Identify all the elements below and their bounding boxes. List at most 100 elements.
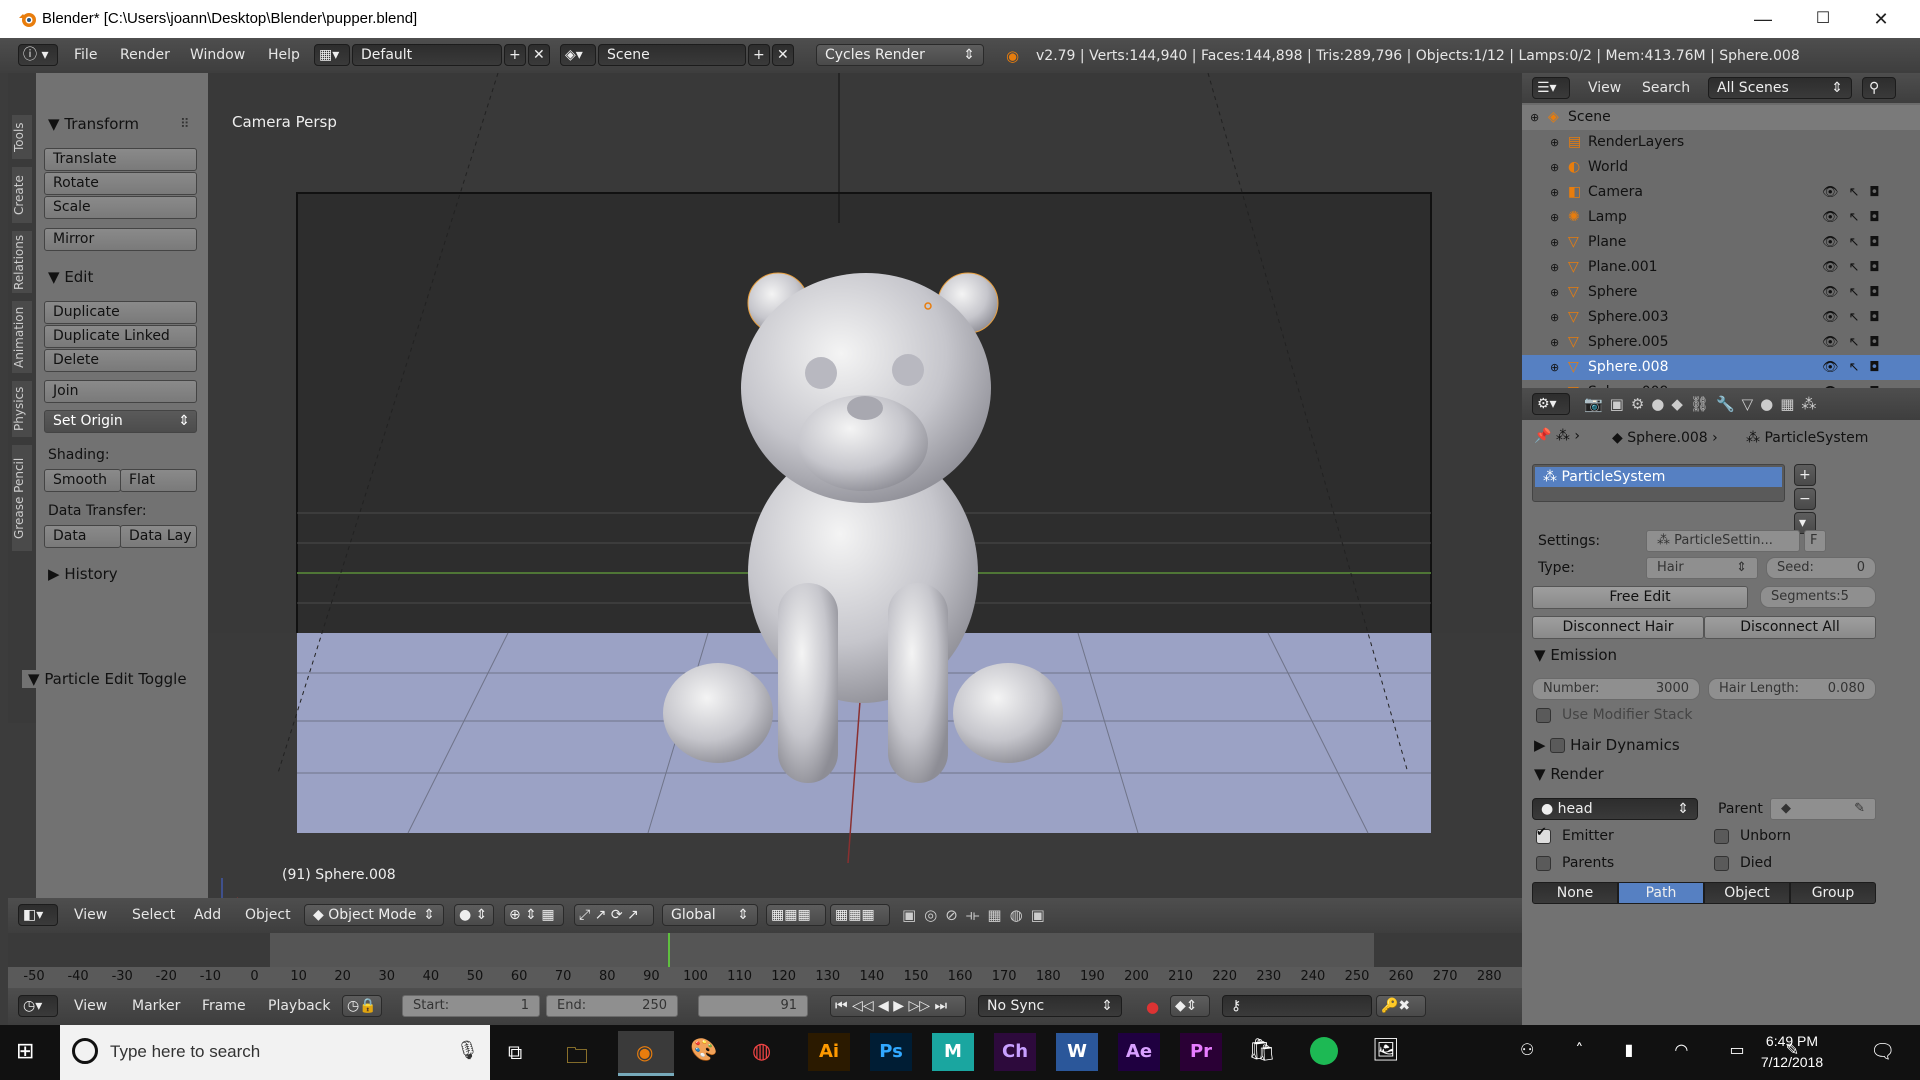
maya-icon[interactable]: M [932, 1033, 974, 1071]
timeline-menu-view[interactable]: View [74, 998, 107, 1014]
photos-icon[interactable]: 🖼 [1372, 1038, 1400, 1063]
number-field[interactable]: Number: 3000 [1532, 678, 1700, 700]
visibility-toggles[interactable]: 👁↖◘ [1822, 205, 1890, 230]
render-header[interactable]: ▼ Render [1534, 765, 1604, 783]
visibility-toggles[interactable]: 👁↖◘ [1822, 355, 1890, 380]
settings-field[interactable]: ⁂ ParticleSettin... [1646, 530, 1800, 552]
editor-type-info-icon[interactable]: ⓘ ▾ [18, 44, 58, 66]
current-frame-marker[interactable] [668, 933, 670, 967]
transform-header[interactable]: ▼ Transform [48, 115, 139, 133]
unborn-checkbox[interactable] [1714, 829, 1729, 844]
snap-icons[interactable]: ▣◎⊘⟛▦◍▣ [902, 906, 1053, 924]
tab-object[interactable]: Object [1704, 882, 1790, 904]
outliner-item[interactable]: ⊕ ▽ Sphere.005 👁↖◘ [1522, 330, 1920, 355]
visibility-toggles[interactable]: 👁↖◘ [1822, 180, 1890, 205]
outliner-item[interactable]: ⊕ ▽ Plane.001 👁↖◘ [1522, 255, 1920, 280]
illustrator-icon[interactable]: Ai [808, 1033, 850, 1071]
layers-grid-b[interactable]: ▦▦▦ [830, 904, 890, 926]
flat-button[interactable]: Flat [120, 469, 197, 492]
free-edit-button[interactable]: Free Edit [1532, 586, 1748, 609]
use-modifier-stack-checkbox[interactable] [1536, 708, 1551, 723]
taskbar-search-box[interactable]: Type here to search 🎙 [60, 1025, 490, 1080]
close-button[interactable]: ✕ [1858, 6, 1904, 32]
remove-scene-icon[interactable]: ✕ [772, 44, 794, 66]
emission-header[interactable]: ▼ Emission [1534, 646, 1617, 664]
tab-physics[interactable]: Physics [12, 381, 32, 437]
menu-render[interactable]: Render [120, 47, 170, 63]
timeline-menu-playback[interactable]: Playback [268, 998, 330, 1014]
clock-time[interactable]: 6:49 PM [1752, 1033, 1832, 1049]
outliner-item[interactable]: ⊕ ▽ Sphere 👁↖◘ [1522, 280, 1920, 305]
menu-object[interactable]: Object [245, 907, 291, 923]
store-icon[interactable]: 🛍 [1248, 1038, 1276, 1063]
keying-set-field[interactable]: ⚷ [1222, 995, 1372, 1017]
windows-start-icon[interactable]: ⊞ [16, 1039, 34, 1064]
parent-field[interactable]: ◆ ✎ [1770, 798, 1876, 820]
render-engine-select[interactable]: Cycles Render ⇕ [816, 44, 984, 66]
visibility-toggles[interactable]: 👁↖◘ [1822, 230, 1890, 255]
translate-button[interactable]: Translate [44, 148, 197, 171]
blender-taskbar-icon[interactable]: ◉ [618, 1031, 674, 1076]
particle-edit-toggle-header[interactable]: ▼ Particle Edit Toggle [22, 670, 208, 688]
visibility-toggles[interactable]: 👁↖◘ [1822, 305, 1890, 330]
history-header[interactable]: ▶ History [48, 565, 118, 583]
outliner-menu-view[interactable]: View [1588, 80, 1621, 96]
set-origin-select[interactable]: Set Origin ⇕ [44, 410, 197, 433]
paint-app-icon[interactable]: 🎨 [690, 1038, 717, 1063]
expand-icon[interactable]: ⊕ [1550, 205, 1559, 230]
tab-group[interactable]: Group [1790, 882, 1876, 904]
timeline-menu-frame[interactable]: Frame [202, 998, 246, 1014]
add-system-icon[interactable]: + [1794, 464, 1816, 486]
smooth-button[interactable]: Smooth [44, 469, 121, 492]
outliner-item[interactable]: ⊕ ✺ Lamp 👁↖◘ [1522, 205, 1920, 230]
outliner-item[interactable]: ⊕ ▽ Plane 👁↖◘ [1522, 230, 1920, 255]
tab-animation[interactable]: Animation [12, 301, 32, 373]
add-scene-icon[interactable]: + [748, 44, 770, 66]
tab-path[interactable]: Path [1618, 882, 1704, 904]
tab-tools[interactable]: Tools [12, 115, 32, 159]
expand-icon[interactable]: ⊕ [1550, 305, 1559, 330]
layers-grid-a[interactable]: ▦▦▦ [766, 904, 826, 926]
layout-icon[interactable]: ▦▾ [314, 44, 350, 66]
add-layout-icon[interactable]: + [504, 44, 526, 66]
end-frame-field[interactable]: End: 250 [546, 995, 678, 1017]
sync-select[interactable]: No Sync ⇕ [978, 995, 1122, 1017]
keyframe-insert-icons[interactable]: 🔑✖ [1376, 995, 1426, 1017]
menu-help[interactable]: Help [268, 47, 300, 63]
outliner-item[interactable]: ⊕ ◈ Scene [1522, 105, 1920, 130]
type-select[interactable]: Hair ⇕ [1646, 557, 1758, 579]
record-icon[interactable]: ● [1146, 998, 1159, 1016]
spotify-icon[interactable] [1310, 1037, 1338, 1065]
outliner-item[interactable]: ⊕ ▽ Sphere.003 👁↖◘ [1522, 305, 1920, 330]
outliner-item[interactable]: ⊕ ▤ RenderLayers [1522, 130, 1920, 155]
expand-icon[interactable]: ⊕ [1530, 105, 1539, 130]
outliner-item[interactable]: ⊕ ◐ World [1522, 155, 1920, 180]
remove-layout-icon[interactable]: ✕ [528, 44, 550, 66]
disconnect-hair-button[interactable]: Disconnect Hair [1532, 616, 1704, 639]
editor-type-3d-icon[interactable]: ◧▾ [18, 904, 58, 926]
hair-dynamics-header[interactable]: ▶ Hair Dynamics [1534, 736, 1680, 754]
join-button[interactable]: Join [44, 380, 197, 403]
scene-field[interactable]: Scene [598, 44, 746, 66]
died-checkbox[interactable] [1714, 856, 1729, 871]
menu-add[interactable]: Add [194, 907, 221, 923]
chrome-icon[interactable]: ◍ [752, 1039, 771, 1064]
clock-date[interactable]: 7/12/2018 [1752, 1054, 1832, 1070]
material-select[interactable]: ● head ⇕ [1532, 798, 1698, 820]
visibility-toggles[interactable]: 👁↖◘ [1822, 330, 1890, 355]
editor-type-outliner-icon[interactable]: ☰▾ [1532, 77, 1570, 99]
playback-controls[interactable]: ⏮ ◁◁ ◀ ▶ ▷▷ ⏭ [830, 995, 966, 1017]
scene-icon[interactable]: ◈▾ [560, 44, 596, 66]
delete-button[interactable]: Delete [44, 349, 197, 372]
tab-none[interactable]: None [1532, 882, 1618, 904]
data-lay-button[interactable]: Data Lay [120, 525, 197, 548]
orientation-select[interactable]: Global ⇕ [662, 904, 758, 926]
editor-type-properties-icon[interactable]: ⚙▾ [1532, 393, 1570, 415]
current-frame-field[interactable]: 91 [698, 995, 808, 1017]
task-view-icon[interactable]: ⧉ [508, 1040, 522, 1064]
duplicate-button[interactable]: Duplicate [44, 301, 197, 324]
editor-type-timeline-icon[interactable]: ◷▾ [18, 995, 58, 1017]
expand-icon[interactable]: ⊕ [1550, 130, 1559, 155]
start-frame-field[interactable]: Start: 1 [402, 995, 540, 1017]
seed-field[interactable]: Seed: 0 [1766, 557, 1876, 579]
